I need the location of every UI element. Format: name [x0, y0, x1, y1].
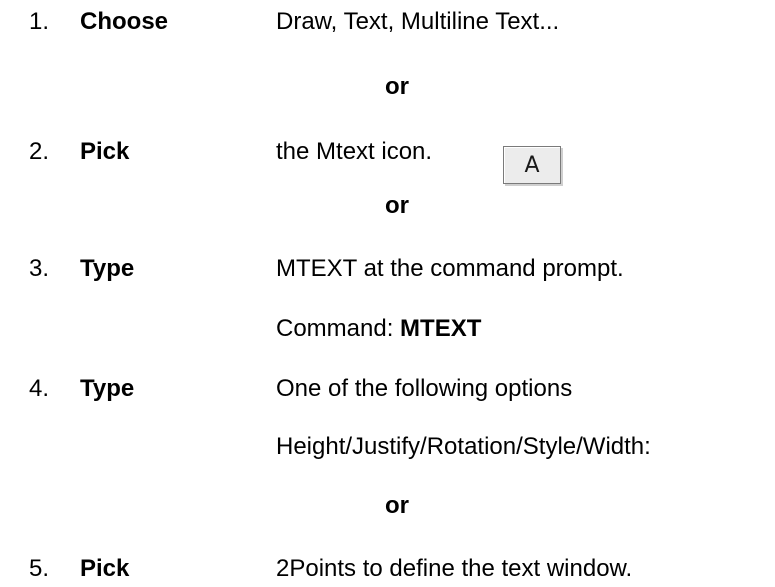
- or-separator-1: or: [385, 73, 409, 100]
- step-2-verb: Pick: [80, 138, 130, 165]
- step-3-verb: Type: [80, 255, 135, 282]
- step-5-number: 5.: [29, 555, 50, 582]
- command-label: Command:: [276, 315, 401, 342]
- step-2-text: the Mtext icon.: [276, 138, 433, 165]
- step-4-verb: Type: [80, 375, 135, 402]
- or-separator-3: or: [385, 492, 409, 519]
- step-4-number: 4.: [29, 375, 50, 402]
- or-separator-2: or: [385, 192, 409, 219]
- step-1-text: Draw, Text, Multiline Text...: [276, 8, 560, 35]
- mtext-icon-glyph: A: [524, 152, 540, 178]
- step-5-text: 2Points to define the text window.: [276, 555, 633, 582]
- step-1-number: 1.: [29, 8, 50, 35]
- step-3-number: 3.: [29, 255, 50, 282]
- step-3-command-line: Command: MTEXT: [276, 315, 481, 343]
- step-5-verb: Pick: [80, 555, 130, 582]
- mtext-icon[interactable]: A: [503, 146, 561, 184]
- step-2-number: 2.: [29, 138, 50, 165]
- command-value: MTEXT: [400, 315, 482, 342]
- step-4-text: One of the following options: [276, 375, 573, 402]
- step-4-options-line: Height/Justify/Rotation/Style/Width:: [276, 433, 651, 460]
- step-1-verb: Choose: [80, 8, 169, 35]
- step-3-text: MTEXT at the command prompt.: [276, 255, 624, 282]
